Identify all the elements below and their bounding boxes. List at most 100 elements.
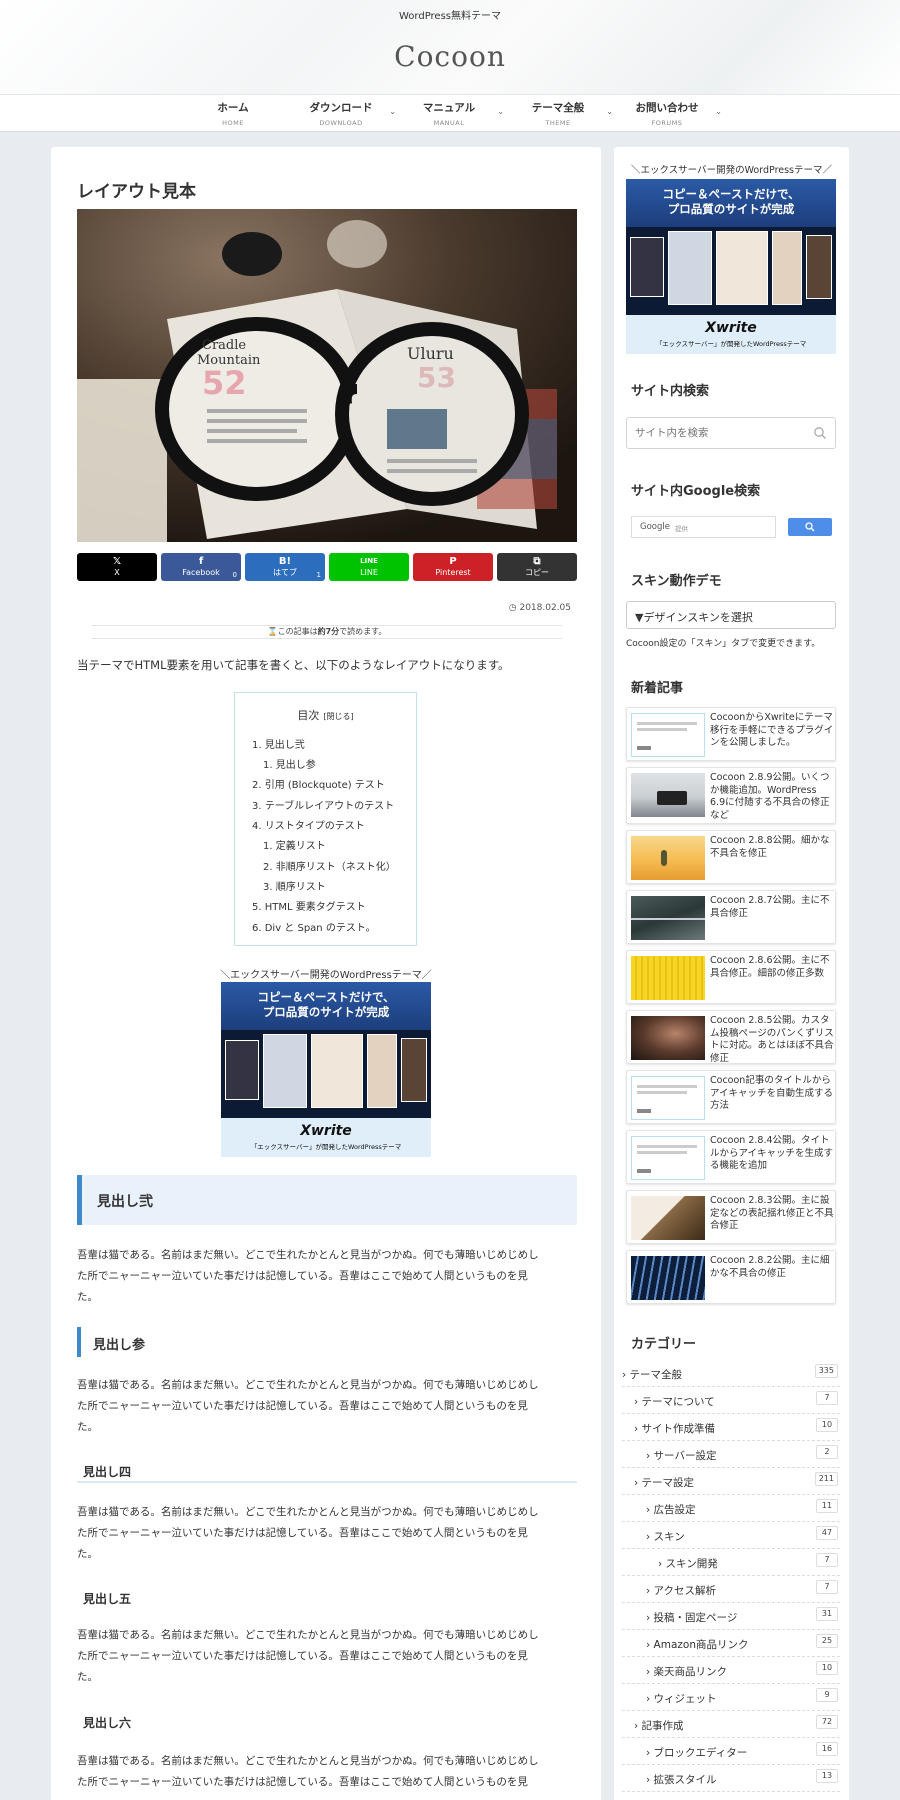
category-item[interactable]: › 楽天商品リンク 10 [622,1657,840,1684]
category-label: › テーマ全般 [622,1369,683,1381]
post-date-value: 2018.02.05 [519,603,571,613]
category-item[interactable]: › テーマ設定 211 [622,1468,840,1495]
banner-headline-1: コピー＆ペーストだけで、 [257,990,395,1004]
toc-item[interactable]: 1. 見出し参 [263,756,316,771]
category-count: 72 [816,1715,838,1729]
heading-h3: 見出し参 [77,1327,577,1357]
recent-post-item[interactable]: Cocoon 2.8.5公開。カスタム投稿ページのパンくずリストに対応。あとはほ… [626,1010,836,1064]
category-label: › 記事作成 [634,1720,684,1732]
paragraph-line: た所でニャーニャー泣いていた事だけは記憶している。吾輩はここで始めて人間というも… [77,1776,528,1788]
category-item[interactable]: › 広告設定 11 [622,1495,840,1522]
recent-post-title: Cocoon記事のタイトルからアイキャッチを自動生成する方法 [710,1075,834,1111]
search-icon[interactable] [813,426,827,440]
share-label: X [114,568,120,577]
chevron-down-icon: ⌄ [635,611,643,621]
category-label: › 拡張スタイル [646,1774,717,1786]
heading-text: 見出し弐 [97,1194,153,1210]
toc-item[interactable]: 1. 見出し弐 [252,736,305,751]
category-item[interactable]: › ブロックエディター 16 [622,1738,840,1765]
toc-toggle-button[interactable]: [閉じる] [323,712,353,721]
nav-item-theme[interactable]: テーマ全般 THEME ⌄ [503,95,613,133]
category-item[interactable]: › スキン開発 7 [622,1549,840,1576]
category-item[interactable]: › テーマについて 7 [622,1387,840,1414]
google-sub-label: 提供 [675,525,688,533]
category-item[interactable]: › テーマ全般 335 [622,1360,840,1387]
nav-item-manual[interactable]: マニュアル MANUAL ⌄ [394,95,504,133]
heading-h2: 見出し弐 [77,1175,577,1225]
category-count: 7 [816,1580,838,1594]
toc-item[interactable]: 5. HTML 要素タグテスト [252,898,366,913]
read-time-minutes: 約7分 [317,627,340,636]
recent-post-item[interactable]: Cocoon 2.8.6公開。主に不具合修正。細部の修正多数 [626,950,836,1004]
share-label: Facebook [182,568,220,577]
category-item[interactable]: › 記事作成 72 [622,1711,840,1738]
post-thumbnail [631,1196,705,1240]
recent-post-item[interactable]: Cocoon 2.8.9公開。いくつか機能追加。WordPress 6.9に付随… [626,767,836,824]
site-logo[interactable]: Cocoon [0,40,900,73]
recent-post-item[interactable]: CocoonからXwriteにテーマ移行を手軽にできるプラグインを公開しました。 [626,707,836,761]
svg-text:52: 52 [202,364,247,402]
category-item[interactable]: › 投稿・固定ページ 31 [622,1603,840,1630]
category-item[interactable]: › サーバー設定 2 [622,1441,840,1468]
category-count: 16 [816,1742,838,1756]
intro-text: 当テーマでHTML要素を用いて記事を書くと、以下のようなレイアウトになります。 [77,658,510,672]
nav-label: お問い合わせ [635,102,699,114]
category-label: › サイト作成準備 [634,1423,716,1435]
toc-item[interactable]: 4. リストタイプのテスト [252,817,365,832]
nav-label: ホーム [217,102,249,114]
nav-sublabel: FORUMS [651,119,683,127]
sidebar-xwrite-banner[interactable]: コピー＆ペーストだけで、 プロ品質のサイトが完成 Xwrite 「エックスサーバ… [626,179,836,354]
paragraph-line: た。 [77,1671,98,1683]
heading-text: 見出し五 [83,1592,132,1606]
google-search-button[interactable] [788,518,832,536]
nav-item-home[interactable]: ホーム HOME [178,95,288,133]
toc-item[interactable]: 3. テーブルレイアウトのテスト [252,797,394,812]
category-item[interactable]: › スキン 47 [622,1522,840,1549]
xwrite-banner[interactable]: コピー＆ペーストだけで、 プロ品質のサイトが完成 Xwrite 「エックスサーバ… [221,982,431,1157]
category-label: › Amazon商品リンク [646,1639,749,1651]
category-count: 10 [816,1661,838,1675]
share-line-button[interactable]: LINE LINE [329,553,409,581]
recent-post-item[interactable]: Cocoon 2.8.3公開。主に設定などの表記揺れ修正と不具合修正 [626,1190,836,1244]
share-facebook-button[interactable]: f Facebook 0 [161,553,241,581]
post-thumbnail [631,1076,705,1120]
google-search-input[interactable]: Google 提供 [631,516,776,538]
toc-item[interactable]: 2. 引用 (Blockquote) テスト [252,776,385,791]
toc-item[interactable]: 6. Div と Span のテスト。 [252,919,376,934]
recent-post-title: Cocoon 2.8.5公開。カスタム投稿ページのパンくずリストに対応。あとはほ… [710,1015,834,1064]
category-item[interactable]: › Amazon商品リンク 25 [622,1630,840,1657]
site-tagline: WordPress無料テーマ [398,11,502,22]
share-x-button[interactable]: 𝕏 X [77,553,157,581]
category-item[interactable]: › 拡張スタイル 13 [622,1765,840,1792]
read-time-suffix: で読めます。 [339,627,387,636]
toc-item[interactable]: 3. 順序リスト [263,878,326,893]
category-label: › テーマについて [634,1396,715,1408]
paragraph-line: た。 [77,1291,98,1303]
share-pinterest-button[interactable]: P Pinterest [413,553,493,581]
category-item[interactable]: › サイト作成準備 10 [622,1414,840,1441]
skin-select[interactable]: ▼デザインスキンを選択 ⌄ [626,601,836,629]
search-input[interactable] [635,425,805,441]
nav-item-contact[interactable]: お問い合わせ FORUMS ⌄ [612,95,723,133]
recent-post-item[interactable]: Cocoon 2.8.4公開。タイトルからアイキャッチを生成する機能を追加 [626,1130,836,1184]
recent-post-item[interactable]: Cocoon 2.8.7公開。主に不具合修正 [626,890,836,944]
category-item[interactable]: › アクセス解析 7 [622,1576,840,1603]
skin-note: Cocoon設定の「スキン」タブで変更できます。 [626,639,821,649]
banner-footer: Xwrite 「エックスサーバー」が開発したWordPressテーマ [221,1118,431,1157]
skin-demo-title: スキン動作デモ [631,574,722,589]
recent-post-item[interactable]: Cocoon 2.8.2公開。主に細かな不具合の修正 [626,1250,836,1304]
heading-h4: 見出し四 [77,1459,577,1483]
toc-item[interactable]: 2. 非順序リスト（ネスト化） [263,858,396,873]
toc-item[interactable]: 1. 定義リスト [263,837,326,852]
category-item[interactable]: › ウィジェット 9 [622,1684,840,1711]
paragraph-line: た所でニャーニャー泣いていた事だけは記憶している。吾輩はここで始めて人間というも… [77,1270,528,1282]
share-copy-button[interactable]: ⧉ コピー [497,553,577,581]
recent-post-item[interactable]: Cocoon 2.8.8公開。細かな不具合を修正 [626,830,836,884]
chevron-down-icon: ⌄ [715,107,722,116]
share-hatebu-button[interactable]: B! はてブ 1 [245,553,325,581]
banner-headline-2: プロ品質のサイトが完成 [667,202,795,216]
recent-post-title: CocoonからXwriteにテーマ移行を手軽にできるプラグインを公開しました。 [710,712,834,748]
recent-post-item[interactable]: Cocoon記事のタイトルからアイキャッチを自動生成する方法 [626,1070,836,1124]
category-count: 211 [814,1472,838,1486]
nav-item-download[interactable]: ダウンロード DOWNLOAD ⌄ [286,95,397,133]
